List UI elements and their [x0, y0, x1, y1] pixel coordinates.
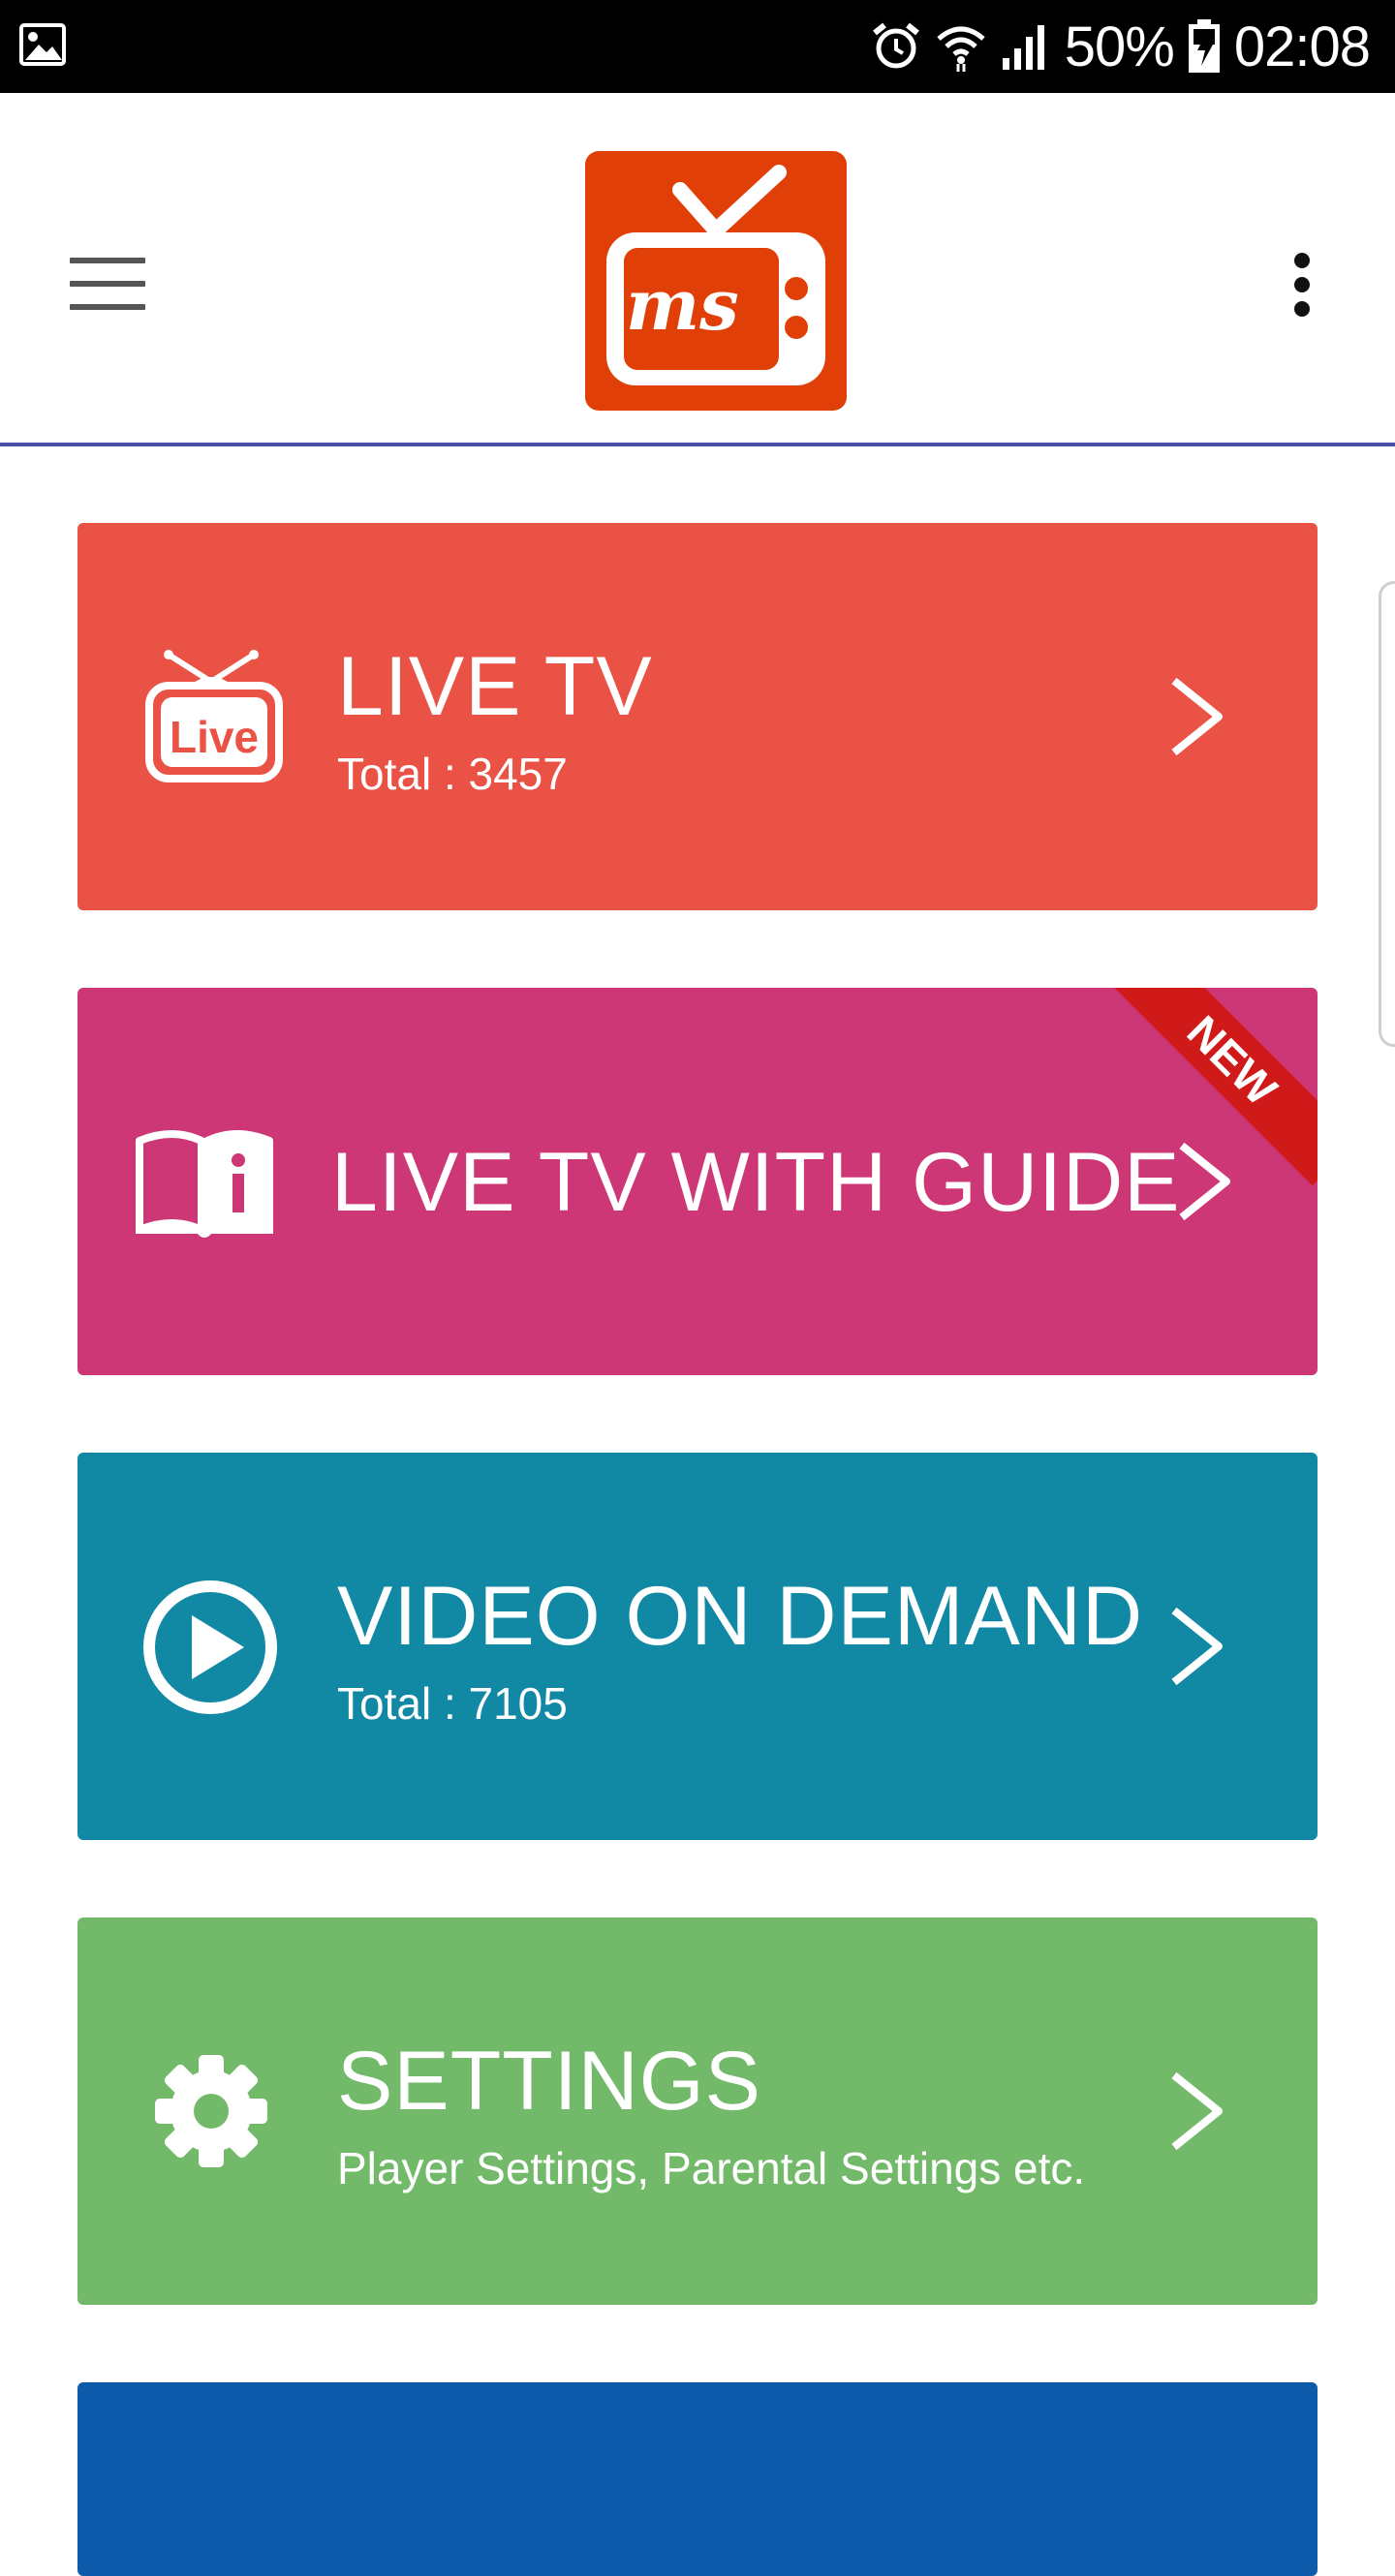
live-tv-card[interactable]: Live LIVE TV Total : 3457 — [78, 523, 1318, 910]
clock: 02:08 — [1233, 15, 1371, 78]
app-logo: ms — [585, 151, 847, 411]
battery-charging-icon — [1188, 19, 1220, 73]
chevron-right-icon — [1171, 2071, 1223, 2151]
card-title: LIVE TV WITH GUIDE — [331, 1136, 1181, 1229]
menu-card-5[interactable] — [78, 2382, 1318, 2576]
play-icon — [143, 1580, 277, 1714]
chevron-right-icon — [1171, 677, 1223, 756]
hamburger-menu-icon[interactable] — [70, 258, 145, 310]
status-bar: 50% 02:08 — [0, 0, 1395, 93]
battery-percent: 50% — [1064, 15, 1175, 78]
live-tv-icon: Live — [145, 650, 283, 782]
settings-card[interactable]: SETTINGS Player Settings, Parental Setti… — [78, 1917, 1318, 2305]
alarm-icon — [872, 22, 919, 69]
chevron-right-icon — [1179, 1142, 1230, 1221]
card-subtitle: Total : 3457 — [337, 749, 568, 799]
card-title: LIVE TV — [337, 640, 653, 733]
live-tv-guide-card[interactable]: LIVE TV WITH GUIDE NEW — [78, 988, 1318, 1375]
side-panel-handle[interactable] — [1379, 581, 1395, 1047]
wifi-icon — [937, 26, 985, 72]
card-subtitle: Player Settings, Parental Settings etc. — [337, 2143, 1086, 2193]
overflow-menu-icon[interactable] — [1288, 253, 1316, 322]
svg-text:ms: ms — [626, 263, 739, 346]
card-title: VIDEO ON DEMAND — [337, 1570, 1144, 1663]
app-bar: ms — [0, 93, 1395, 446]
signal-icon — [1002, 25, 1044, 70]
card-subtitle: Total : 7105 — [337, 1678, 568, 1729]
gear-icon — [155, 2055, 267, 2167]
chevron-right-icon — [1171, 1607, 1223, 1686]
video-on-demand-card[interactable]: VIDEO ON DEMAND Total : 7105 — [78, 1453, 1318, 1840]
gallery-notification-icon — [19, 23, 66, 66]
svg-text:Live: Live — [170, 712, 259, 762]
guide-book-icon — [136, 1130, 273, 1238]
card-title: SETTINGS — [337, 2035, 762, 2128]
